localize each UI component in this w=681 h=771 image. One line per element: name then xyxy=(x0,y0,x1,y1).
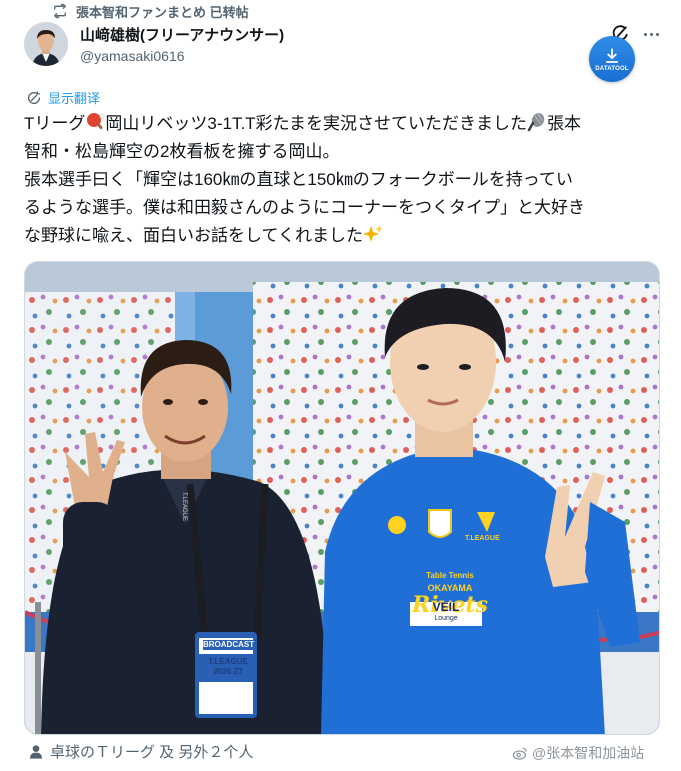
jersey-sponsor-sub: Lounge xyxy=(434,615,458,622)
watermark-label: @张本智和加油站 xyxy=(532,745,645,761)
tagged-label: 卓球のＴリーグ 及 另外２个人 xyxy=(50,744,254,761)
avatar[interactable] xyxy=(24,22,68,66)
tweet-photo[interactable]: BROADCAST T.LEAGUE 2026-27 Table Tennis … xyxy=(24,261,660,735)
jersey-club-small: Table Tennis xyxy=(426,571,474,580)
author-name[interactable]: 山﨑雄樹(フリーアナウンサー) xyxy=(80,24,284,45)
more-dot xyxy=(643,32,647,36)
tweet-text-part: 張本 xyxy=(547,114,582,133)
broadcast-badge-title: BROADCAST xyxy=(203,640,255,650)
broadcast-badge: BROADCAST T.LEAGUE 2026-27 xyxy=(203,640,254,677)
tweet-line: な野球に喩え、面白いお話をしてくれました xyxy=(24,222,664,250)
tweet-text-part: な野球に喩え、面白いお話をしてくれました xyxy=(24,226,363,245)
lanyard-text: T.LEAGUE xyxy=(181,492,187,522)
ping-pong-emoji-icon xyxy=(87,113,105,130)
download-badge-label: DATATOOL xyxy=(595,65,629,72)
tweet-text-part: Tリーグ xyxy=(24,114,86,133)
more-dot xyxy=(649,32,653,36)
weibo-icon xyxy=(512,747,527,760)
repost-label: 張本智和ファンまとめ 已转帖 xyxy=(76,4,249,20)
download-badge[interactable]: DATATOOL xyxy=(589,36,635,82)
sparkles-emoji-icon xyxy=(362,225,383,242)
broadcast-badge-season: 2026-27 xyxy=(213,667,243,676)
jersey-sponsor-name: VEIL xyxy=(432,600,460,614)
tweet-line: 張本選手曰く「輝空は160㎞の直球と150㎞のフォークボールを持ってい xyxy=(24,170,573,189)
tweet-line: るような選手。僕は和田毅さんのようにコーナーをつくタイプ」と大好き xyxy=(24,198,585,217)
jersey-league: T.LEAGUE xyxy=(465,535,500,542)
jersey-sponsor: VEIL Lounge xyxy=(410,600,482,624)
tagged-people[interactable]: 卓球のＴリーグ 及 另外２个人 xyxy=(28,741,253,762)
more-dot xyxy=(655,32,659,36)
tweet-line: 智和・松島輝空の2枚看板を擁する岡山。 xyxy=(24,142,340,161)
show-translation-link[interactable]: 显示翻译 xyxy=(26,88,100,107)
broadcast-badge-league: T.LEAGUE xyxy=(208,657,248,666)
watermark: @张本智和加油站 xyxy=(512,743,644,763)
download-icon xyxy=(605,47,619,63)
microphone-emoji-icon xyxy=(527,113,545,132)
repost-indicator[interactable]: 張本智和ファンまとめ 已转帖 xyxy=(52,2,249,20)
repost-icon xyxy=(54,3,66,19)
person-icon xyxy=(30,744,42,759)
translate-icon xyxy=(28,90,41,104)
tweet-line: Tリーグ 岡山リベッツ3-1T.T彩たまを実況させていただきました 張本 xyxy=(24,110,664,138)
author-handle[interactable]: @yamasaki0616 xyxy=(80,48,185,64)
photo-illustration xyxy=(25,262,659,734)
tweet-text: Tリーグ 岡山リベッツ3-1T.T彩たまを実況させていただきました 張本 智和・松島… xyxy=(24,110,664,250)
tweet-text-part: 岡山リベッツ3-1T.T彩たまを実況させていただきました xyxy=(105,114,528,133)
more-icon[interactable] xyxy=(641,24,661,44)
translate-label: 显示翻译 xyxy=(48,91,101,106)
